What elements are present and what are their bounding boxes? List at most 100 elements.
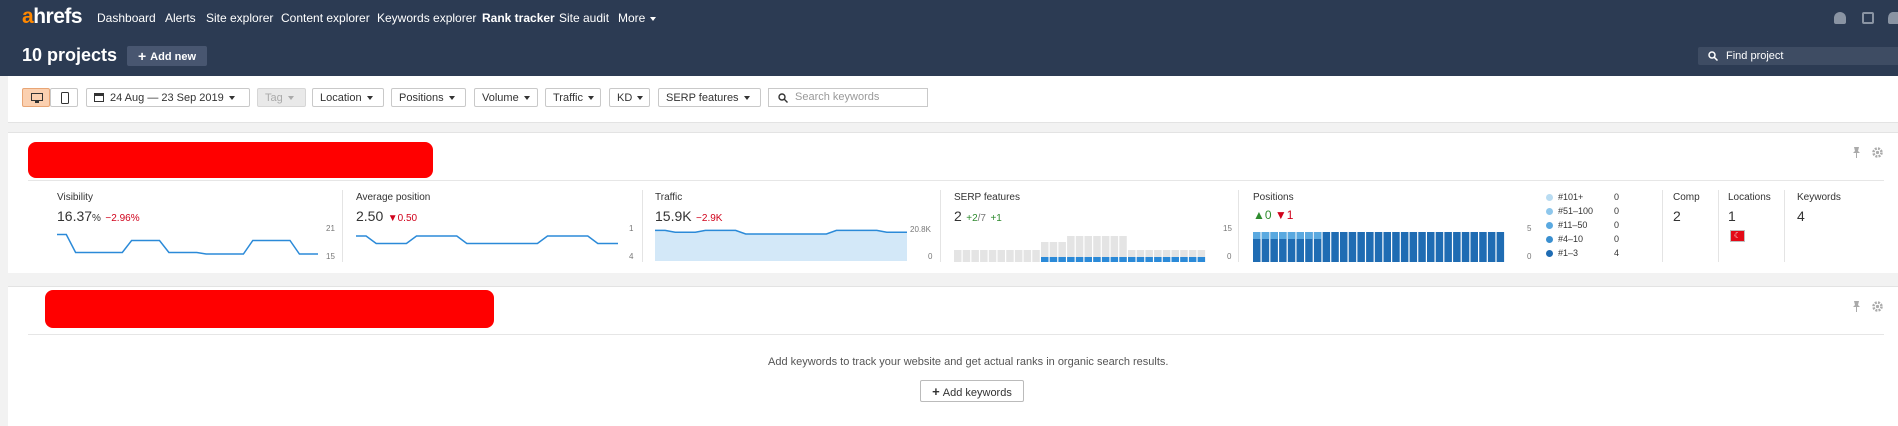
position-bar — [1383, 232, 1391, 262]
position-bar — [1453, 232, 1461, 262]
position-bar — [1418, 232, 1426, 262]
serp-features-filter[interactable]: SERP features — [658, 88, 761, 107]
nav-site-audit[interactable]: Site audit — [559, 11, 609, 25]
plus-icon: + — [137, 48, 147, 64]
position-bar-segment — [1305, 232, 1313, 239]
position-bar — [1340, 232, 1348, 262]
legend-label: #51–100 — [1558, 206, 1594, 216]
pin-icon[interactable] — [1852, 145, 1861, 158]
serp-bar — [962, 250, 971, 262]
position-bar — [1461, 232, 1470, 262]
gear-icon[interactable] — [1872, 299, 1883, 312]
avg-position-label: Average position — [356, 192, 431, 203]
visibility-sparkline — [57, 233, 318, 255]
plus-icon: + — [932, 384, 940, 399]
legend-count: 4 — [1614, 248, 1620, 258]
add-keywords-button[interactable]: + Add keywords — [920, 380, 1024, 402]
serp-bar — [997, 250, 1005, 262]
ahrefs-logo[interactable]: ahrefs — [22, 5, 83, 29]
legend-count: 0 — [1614, 206, 1620, 216]
volume-filter[interactable]: Volume — [474, 88, 538, 107]
serp-bar — [988, 250, 997, 262]
gear-icon[interactable] — [1872, 145, 1883, 158]
position-bar-segment — [1287, 232, 1296, 239]
tag-filter[interactable]: Tag — [257, 88, 306, 107]
position-bar — [1496, 232, 1505, 262]
search-keywords-input[interactable]: Search keywords — [768, 88, 928, 107]
metric-divider — [642, 190, 643, 262]
kd-filter[interactable]: KD — [609, 88, 650, 107]
position-bar — [1322, 232, 1331, 262]
project-name-redacted[interactable] — [28, 142, 433, 178]
legend-label: #4–10 — [1558, 234, 1584, 244]
traffic-area-chart — [655, 229, 907, 261]
serp-bar — [1023, 250, 1032, 262]
legend-dot — [1546, 236, 1553, 243]
avg-position-sparkline — [356, 235, 618, 245]
positions-filter[interactable]: Positions — [391, 88, 466, 107]
position-bar — [1470, 232, 1478, 262]
traffic-axis-max: 20.8K — [910, 225, 931, 234]
nav-dashboard[interactable]: Dashboard — [97, 11, 156, 25]
bell-icon[interactable] — [1834, 12, 1846, 24]
visibility-value: 16.37% −2.96% — [57, 208, 140, 224]
location-filter[interactable]: Location — [312, 88, 384, 107]
keywords-label: Keywords — [1797, 192, 1841, 203]
traffic-value: 15.9K −2.9K — [655, 208, 723, 224]
nav-rank-tracker[interactable]: Rank tracker — [482, 11, 555, 25]
serp-axis-min: 0 — [1227, 252, 1232, 261]
search-icon — [778, 93, 788, 103]
serp-owned-bar — [1093, 257, 1101, 262]
position-bar-segment — [1279, 232, 1287, 239]
serp-bar — [1014, 250, 1023, 262]
serp-owned-bar — [1067, 257, 1075, 262]
desktop-device-toggle[interactable] — [22, 88, 50, 107]
user-icon[interactable] — [1888, 12, 1898, 24]
serp-features-label: SERP features — [954, 192, 1020, 203]
serp-bar — [1006, 250, 1014, 262]
keywords-value[interactable]: 4 — [1797, 208, 1805, 224]
find-project-input[interactable]: Find project — [1698, 47, 1898, 65]
serp-owned-bar — [1119, 257, 1127, 262]
chevron-down-icon — [448, 96, 455, 101]
position-bar — [1348, 232, 1357, 262]
position-bar — [1357, 232, 1365, 262]
serp-features-bar-chart — [954, 236, 1206, 262]
locations-value[interactable]: 1 — [1728, 208, 1736, 224]
serp-owned-bar — [1128, 257, 1136, 262]
legend-dot — [1546, 250, 1553, 257]
nav-keywords-explorer[interactable]: Keywords explorer — [377, 11, 476, 25]
position-bar-segment — [1253, 232, 1261, 239]
nav-site-explorer[interactable]: Site explorer — [206, 11, 273, 25]
position-bar — [1374, 232, 1383, 262]
metric-divider — [1784, 190, 1785, 262]
traffic-filter[interactable]: Traffic — [545, 88, 601, 107]
serp-owned-bar — [1041, 257, 1049, 262]
project-name-redacted[interactable] — [45, 290, 494, 328]
calendar-icon — [94, 93, 104, 102]
position-bar — [1331, 232, 1339, 262]
serp-owned-bar — [1101, 257, 1110, 262]
avg-position-axis-max: 4 — [629, 252, 634, 261]
window-icon[interactable] — [1862, 12, 1874, 24]
mobile-device-toggle[interactable] — [50, 88, 78, 107]
nav-alerts[interactable]: Alerts — [165, 11, 196, 25]
nav-content-explorer[interactable]: Content explorer — [281, 11, 370, 25]
locations-label: Locations — [1728, 192, 1771, 203]
positions-label: Positions — [1253, 192, 1294, 203]
date-range-picker[interactable]: 24 Aug — 23 Sep 2019 — [86, 88, 250, 107]
legend-label: #101+ — [1558, 192, 1584, 202]
nav-more[interactable]: More — [618, 11, 657, 25]
legend-label: #1–3 — [1558, 248, 1579, 258]
comp-value[interactable]: 2 — [1673, 208, 1681, 224]
chevron-down-icon — [587, 96, 594, 101]
legend-label: #11–50 — [1558, 220, 1588, 230]
traffic-axis-min: 0 — [928, 252, 933, 261]
pin-icon[interactable] — [1852, 299, 1861, 312]
position-bar-segment — [1313, 232, 1322, 239]
add-new-button[interactable]: + Add new — [127, 46, 207, 66]
visibility-axis-min: 15 — [326, 252, 335, 261]
chevron-down-icon — [637, 96, 644, 101]
positions-stacked-bar-chart — [1253, 232, 1505, 262]
position-bar — [1487, 232, 1496, 262]
